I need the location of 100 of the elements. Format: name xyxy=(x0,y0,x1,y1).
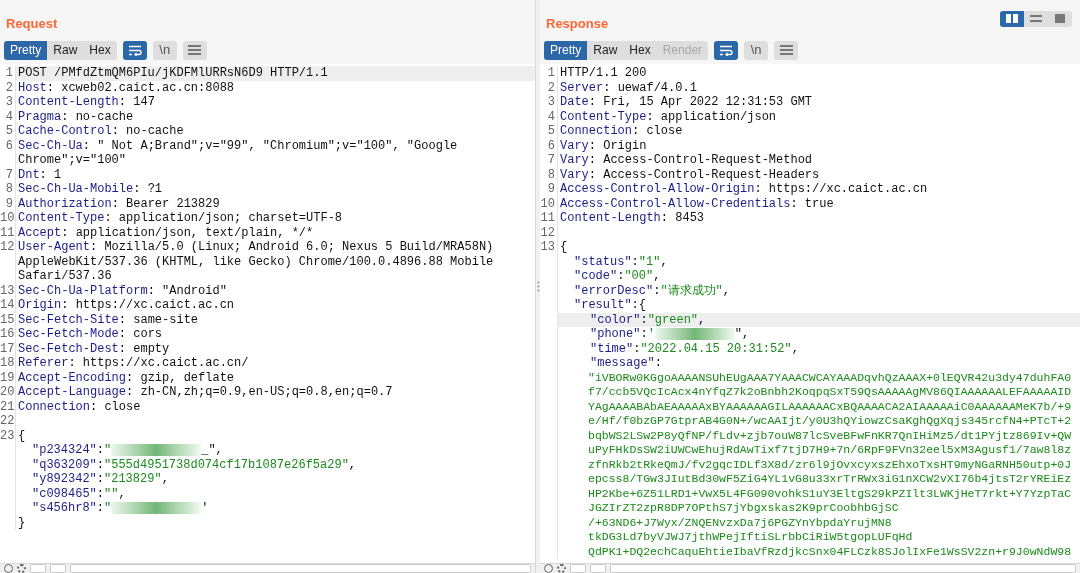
header-line: Accept: application/json, text/plain, */* xyxy=(18,225,314,240)
line-number: 10 xyxy=(540,196,555,211)
header-line: Vary: Access-Control-Request-Headers xyxy=(560,167,820,182)
line-number: 4 xyxy=(547,109,555,124)
message-line: e/Hf/f0bzGP7GtprAB4G0N+/wcAAIjt/y0U3hQYiowzCsaKghQgXqjs345rcfN4+PTcT+2 xyxy=(587,414,1072,429)
json-field: "status":"1", xyxy=(574,254,668,269)
json-field: "time":"2022.04.15 20:31:52", xyxy=(590,341,799,356)
message-line: uPyFHkDsSW2iUWCwEhujRdAwTixf7tjD7H9+7n/6RpF9FVn32eel5xM3Agusf1/7aw8l8z xyxy=(587,443,1072,458)
line-number: 17 xyxy=(0,341,15,356)
header-line: Vary: Access-Control-Request-Method xyxy=(560,153,813,167)
message-line: HP2Kbe+6Z51LRD1+VwX5L4FG090vohkS1uY3EltgS29kPZIlt3LWKjHeT7rkt+Y7YzpTaC xyxy=(587,486,1072,501)
layout-toggle[interactable] xyxy=(1000,10,1024,27)
wrap-button[interactable] xyxy=(122,40,147,60)
message-line: QdPK1+DQ2echCaquEhtieIbaVfRzdjkcSnx04FLCzk8SJolIxFe1WsSV2zn+r9J0wNdW98 xyxy=(587,544,1072,559)
search-field[interactable] xyxy=(610,564,1076,573)
message-line: bqbWS2LSw2P8yQfNP/fLdv+zjb7ouW87lcSveBFwFnKR7QnIHiMz5/dt1PYjtz869Iv+QW xyxy=(587,428,1072,443)
view-tab[interactable]: Raw xyxy=(587,40,624,60)
line-number: 7 xyxy=(5,167,13,182)
header-line: Sec-Ch-Ua-Platform: "Android" xyxy=(18,283,227,298)
message-line: JGZIrZT2zpR8DP7OPthS7jYbgxskas2K9prCoobhbGjSC xyxy=(587,501,899,516)
header-line: Authorization: Bearer 213829 xyxy=(18,196,220,211)
header-line: User-Agent: Mozilla/5.0 (Linux; Android 6.0; Nexus 5 Build/MRA58N) AppleWebKit/537.36 (KHTML, like Gecko) Chrome/100.0.4896.88 Mobile Safari/537.36 xyxy=(18,240,495,283)
code-text: HTTP/1.1 200 xyxy=(560,66,647,80)
pane-title: Response xyxy=(545,15,609,33)
header-line: Vary: Origin xyxy=(560,138,647,153)
two-rows-icon xyxy=(1029,13,1043,25)
header-line: Sec-Fetch-Site: same-site xyxy=(18,312,199,327)
view-tab[interactable]: Pretty xyxy=(544,40,588,60)
json-field: "code":"00", xyxy=(574,269,661,283)
line-number: 10 xyxy=(0,211,15,225)
line-number: 18 xyxy=(0,356,15,370)
header-line: Sec-Fetch-Mode: cors xyxy=(18,327,163,341)
line-number: 1 xyxy=(547,66,555,80)
pane-title: Request xyxy=(5,15,58,33)
newline-toggle[interactable]: \n xyxy=(152,40,177,60)
line-number: 5 xyxy=(547,124,555,138)
header-line: Sec-Ch-Ua: " Not A;Brand";v="99", "Chromium";v="100", "Google Chrome";v="100" xyxy=(18,138,459,167)
gear-icon[interactable] xyxy=(557,564,566,573)
header-line: Accept-Encoding: gzip, deflate xyxy=(18,370,235,385)
view-tab[interactable]: Raw xyxy=(47,40,84,60)
json-field: "y892342":"213829", xyxy=(32,472,169,486)
json-field: "s456hr8":" ' xyxy=(32,501,209,515)
line-number: 16 xyxy=(0,327,15,341)
line-number: 11 xyxy=(0,225,15,240)
header-line: Content-Length: 8453 xyxy=(560,211,705,225)
line-number: 14 xyxy=(0,298,15,312)
search-field[interactable] xyxy=(70,564,531,573)
code-text: } xyxy=(18,515,26,530)
line-number: 21 xyxy=(0,399,15,414)
header-line: Host: xcweb02.caict.ac.cn:8088 xyxy=(18,80,235,95)
line-number: 3 xyxy=(5,95,13,109)
two-columns-icon xyxy=(1005,13,1019,25)
line-number: 8 xyxy=(547,167,555,182)
message-line: f7/ccb5VQcIcAcx4nYfqZ7k2oBnbh2KoqpqSxT59QsAAAAAgMV86QIAAAAAALEFAAAAAID xyxy=(587,385,1072,400)
line-number: 1 xyxy=(5,66,13,80)
line-number: 23 xyxy=(0,428,15,443)
code-text: { xyxy=(560,240,568,254)
line-number: 13 xyxy=(540,240,555,254)
view-tab[interactable]: Hex xyxy=(83,40,117,60)
line-number: 12 xyxy=(0,240,15,254)
line-number: 15 xyxy=(0,312,15,327)
view-tab[interactable]: Pretty xyxy=(4,40,48,60)
options-button[interactable] xyxy=(182,40,207,60)
menu-icon xyxy=(779,45,793,55)
line-number: 7 xyxy=(547,153,555,167)
wrap-button[interactable] xyxy=(714,40,739,60)
line-number: 6 xyxy=(5,138,13,153)
line-number: 3 xyxy=(547,95,555,109)
line-number: 11 xyxy=(540,211,555,225)
header-line: Server: uewaf/4.0.1 xyxy=(560,80,697,95)
resize-handle-icon[interactable] xyxy=(536,281,540,292)
line-number: 8 xyxy=(5,182,13,196)
message-line: YAgAAAABAbAEAAAAAxBYAAAAAAGILAAAAAACxBQAAAACA2AIAAAAAiC0AAAAAAMeK7b/+9 xyxy=(587,399,1072,414)
line-number: 22 xyxy=(0,414,15,428)
header-line: Content-Length: 147 xyxy=(18,95,155,109)
line-number: 9 xyxy=(5,196,13,211)
header-line: Content-Type: application/json xyxy=(560,109,777,124)
json-field: "errorDesc":"请求成功", xyxy=(574,283,731,298)
code-text: POST /PMfdZtmQM6PIu/jKDFMlURRsN6D9 HTTP/1.1 xyxy=(18,66,328,80)
header-line: Connection: close xyxy=(18,399,141,414)
line-number: 2 xyxy=(547,80,555,95)
options-button[interactable] xyxy=(774,40,799,60)
gear-icon[interactable] xyxy=(17,564,26,573)
newline-toggle[interactable]: \n xyxy=(744,40,769,60)
json-field: "c098465":"", xyxy=(32,486,126,501)
line-number: 5 xyxy=(5,124,13,138)
code-text: { xyxy=(18,428,26,443)
menu-icon xyxy=(188,45,202,55)
message-line: zfnRkb2tRkeQmJ/fv2gqcIDLf3X8d/zr6l9jOvxcyxszEhxoTxsHT9myNGaRNH50utp+0J xyxy=(587,457,1072,472)
wrap-icon xyxy=(127,44,142,56)
message-line: "iVBORw0KGgoAAAANSUhEUgAAA7YAAACWCAYAAADqvhQzAAAX+0lEQVR42u3dy47duhFA0 xyxy=(587,370,1072,385)
line-number: 4 xyxy=(5,109,13,124)
line-number: 20 xyxy=(0,385,15,399)
header-line: Origin: https://xc.caict.ac.cn xyxy=(18,298,235,312)
line-number: 19 xyxy=(0,370,15,385)
header-line: Dnt: 1 xyxy=(18,167,62,182)
json-field: "q363209":"555d4951738d074cf17b1087e26f5a29", xyxy=(32,457,357,472)
view-tab[interactable]: Hex xyxy=(623,40,657,60)
json-field: "result":{ xyxy=(574,298,646,312)
header-line: Referer: https://xc.caict.ac.cn/ xyxy=(18,356,249,370)
